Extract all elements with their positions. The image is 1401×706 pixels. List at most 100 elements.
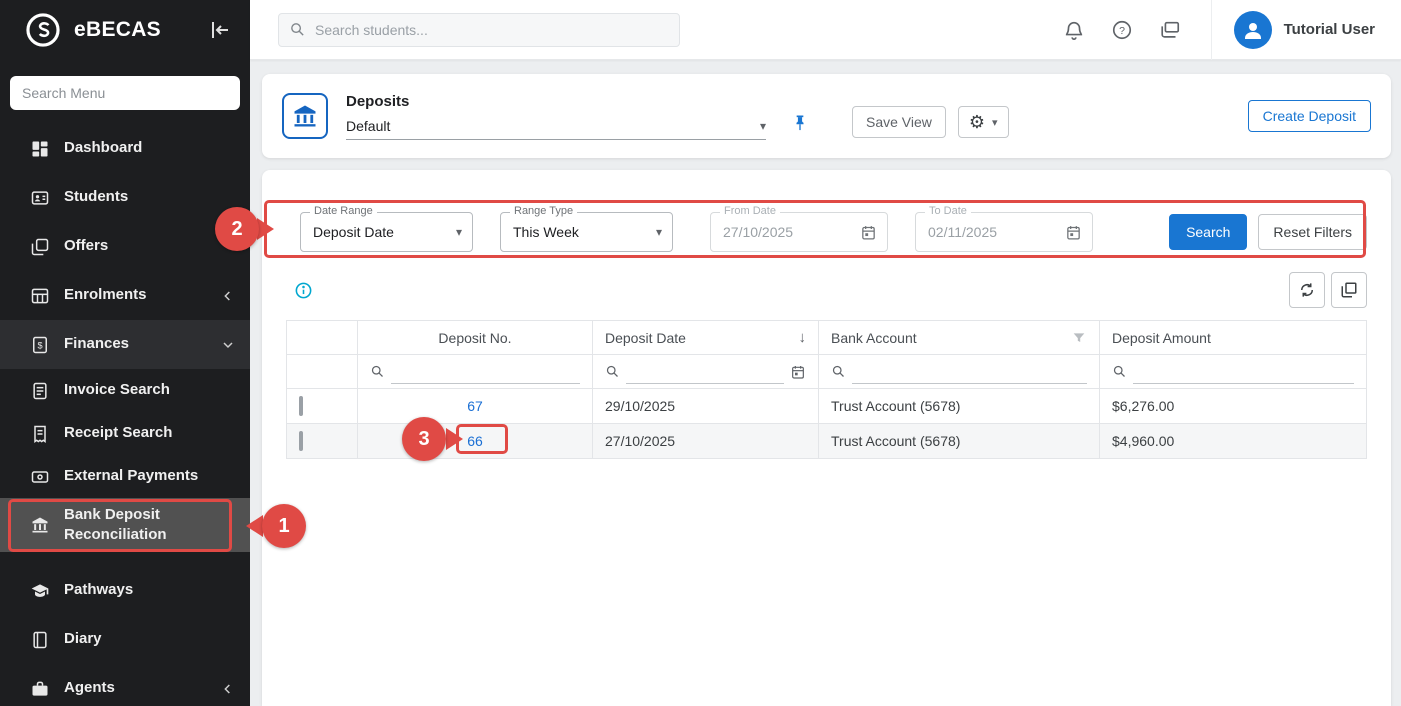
grid-toolbar [286,272,1367,308]
topbar-icons: ? [1063,19,1181,41]
search-icon [831,364,846,379]
sidebar-item-label: Students [64,187,214,207]
row-select-cell [287,424,358,459]
annotation-box-step-3 [456,424,508,454]
app-title: eBECAS [74,18,161,42]
sidebar-item-pathways[interactable]: Pathways [0,566,250,615]
gear-icon: ⚙ [969,113,985,131]
sidebar-item-label: Receipt Search [64,423,214,443]
info-icon[interactable] [294,281,313,300]
sidebar-item-label: Enrolments [64,285,214,305]
create-deposit-button[interactable]: Create Deposit [1248,100,1371,132]
filter-deposit-amount[interactable] [1100,355,1367,389]
page-title: Deposits [346,93,766,110]
sort-desc-icon[interactable]: ↓ [799,329,807,346]
ebecas-logo-icon [24,11,62,49]
sidebar-item-offers[interactable]: Offers [0,222,250,271]
caret-down-icon: ▾ [992,116,998,129]
app-window: eBECAS Dashboard Students Offers [0,0,1401,706]
sidebar-item-students[interactable]: Students [0,173,250,222]
sidebar-item-external-payments[interactable]: External Payments [0,455,250,498]
col-deposit-amount[interactable]: Deposit Amount [1100,321,1367,355]
sidebar-nav: Dashboard Students Offers Enrolments $ F… [0,124,250,706]
filter-funnel-icon[interactable] [1071,330,1087,346]
agents-icon [30,679,50,699]
view-select-value: Default [346,118,390,134]
annotation-arrow-step-2 [257,218,274,240]
deposit-date-cell: 27/10/2025 [593,424,819,459]
row-checkbox[interactable] [299,396,303,416]
deposit-link[interactable]: 67 [467,398,483,414]
pin-icon[interactable] [790,113,810,133]
topbar: ? Tutorial User [250,0,1401,60]
avatar [1234,11,1272,49]
table-filter-row [287,355,1367,389]
sidebar-item-label: Agents [64,678,214,698]
svg-text:?: ? [1119,24,1125,36]
refresh-icon [1298,281,1316,299]
filter-cell-empty [287,355,358,389]
grid-tool-buttons [1289,272,1367,308]
student-search [278,13,680,47]
sidebar-logo-row: eBECAS [0,0,250,60]
receipt-icon [30,424,50,444]
view-select[interactable]: Default ▾ [346,114,766,140]
payments-icon [30,467,50,487]
chevron-left-icon [220,288,236,304]
sidebar-item-agents[interactable]: Agents [0,664,250,706]
annotation-arrow-step-1 [246,515,263,537]
calendar-icon [790,364,806,380]
annotation-step-2: 2 [215,207,259,251]
view-block: Deposits Default ▾ [346,93,766,140]
menu-search [10,76,240,110]
bank-account-cell: Trust Account (5678) [819,424,1100,459]
sidebar-item-receipt-search[interactable]: Receipt Search [0,412,250,455]
sidebar-item-invoice-search[interactable]: Invoice Search [0,369,250,412]
search-icon [605,364,620,379]
deposits-header-card: Deposits Default ▾ Save View ⚙ ▾ Create … [262,74,1391,158]
save-view-button[interactable]: Save View [852,106,946,138]
settings-gear-button[interactable]: ⚙ ▾ [958,106,1009,138]
svg-text:$: $ [37,340,42,350]
user-menu[interactable]: Tutorial User [1211,0,1375,60]
dashboard-icon [30,139,50,159]
offers-icon [30,237,50,257]
col-bank-account-label: Bank Account [831,330,917,346]
menu-search-input[interactable] [10,76,240,110]
annotation-step-number: 1 [278,515,289,538]
annotation-box-step-2 [264,200,1366,258]
sidebar-item-label: Diary [64,629,214,649]
sidebar-item-finances[interactable]: $ Finances [0,320,250,369]
sidebar-collapse-icon[interactable] [208,18,232,42]
deposit-no-cell: 67 [358,389,593,424]
filter-deposit-date[interactable] [593,355,819,389]
annotation-arrow-step-3 [446,428,463,450]
sidebar-item-label: External Payments [64,466,214,486]
refresh-button[interactable] [1289,272,1325,308]
filter-deposit-no[interactable] [358,355,593,389]
filter-bank-account[interactable] [819,355,1100,389]
bank-account-cell: Trust Account (5678) [819,389,1100,424]
student-search-input[interactable] [315,22,669,38]
sidebar-item-label: Finances [64,334,214,354]
row-select-cell [287,389,358,424]
col-bank-account[interactable]: Bank Account [819,321,1100,355]
copy-export-button[interactable] [1331,272,1367,308]
feedback-window-icon[interactable] [1159,19,1181,41]
col-deposit-date[interactable]: Deposit Date ↓ [593,321,819,355]
pathways-icon [30,581,50,601]
enrolments-icon [30,286,50,306]
notifications-bell-icon[interactable] [1063,19,1085,41]
col-deposit-no[interactable]: Deposit No. [358,321,593,355]
bank-deposit-icon [282,93,328,139]
search-icon [289,21,306,38]
annotation-step-number: 3 [418,428,429,451]
chevron-down-icon [220,337,236,353]
content-area: Deposits Default ▾ Save View ⚙ ▾ Create … [250,60,1401,706]
sidebar-item-dashboard[interactable]: Dashboard [0,124,250,173]
row-checkbox[interactable] [299,431,303,451]
sidebar-item-enrolments[interactable]: Enrolments [0,271,250,320]
annotation-box-step-1 [8,499,232,552]
sidebar-item-diary[interactable]: Diary [0,615,250,664]
help-icon[interactable]: ? [1111,19,1133,41]
